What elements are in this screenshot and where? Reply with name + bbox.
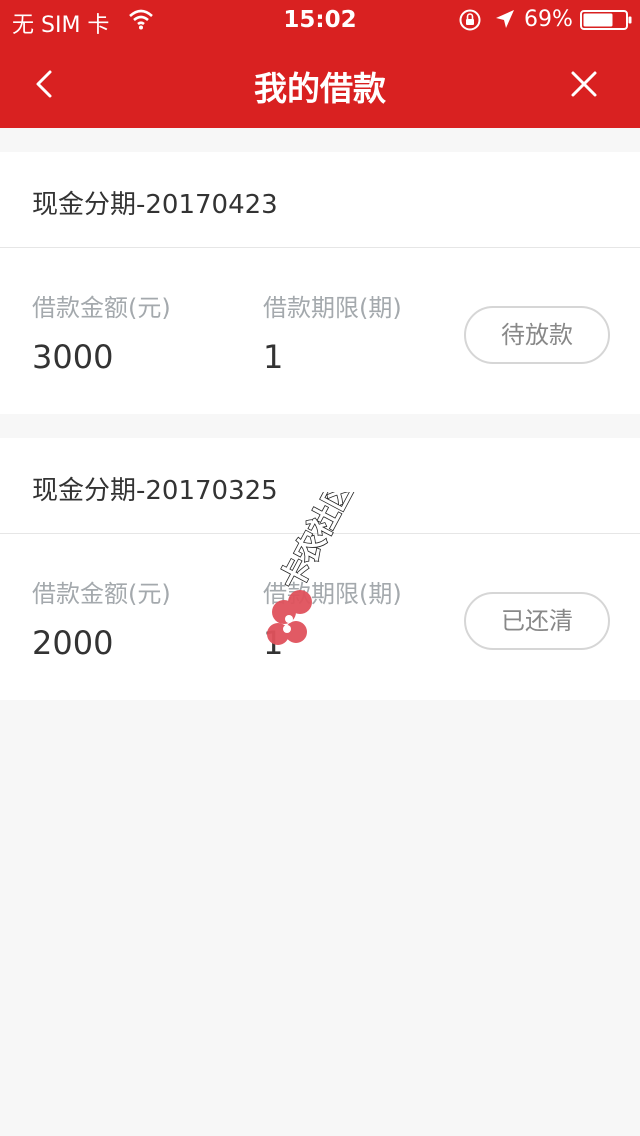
term-label: 借款期限(期)	[263, 580, 402, 608]
amount-label: 借款金额(元)	[32, 294, 171, 322]
loan-card[interactable]: 现金分期-20170325 借款金额(元) 2000 借款期限(期) 1 已还清	[0, 438, 640, 700]
loan-status-button[interactable]: 待放款	[464, 306, 610, 364]
loan-card-header: 现金分期-20170325	[0, 438, 640, 534]
term-label: 借款期限(期)	[263, 294, 402, 322]
amount-value: 2000	[32, 624, 114, 662]
close-icon[interactable]	[564, 64, 604, 104]
header: 无 SIM 卡 15:02 69% 我的借款	[0, 0, 640, 128]
status-bar: 无 SIM 卡 15:02 69%	[0, 0, 640, 40]
rotation-lock-icon	[459, 9, 481, 31]
page-title: 我的借款	[254, 69, 386, 108]
amount-label: 借款金额(元)	[32, 580, 171, 608]
location-arrow-icon	[496, 10, 514, 28]
term-value: 1	[263, 338, 284, 376]
loan-card-header: 现金分期-20170423	[0, 152, 640, 248]
amount-value: 3000	[32, 338, 114, 376]
loan-name: 现金分期-20170325	[32, 476, 278, 506]
loan-status-button[interactable]: 已还清	[464, 592, 610, 650]
loan-card[interactable]: 现金分期-20170423 借款金额(元) 3000 借款期限(期) 1 待放款	[0, 152, 640, 414]
loan-name: 现金分期-20170423	[32, 190, 278, 220]
term-value: 1	[263, 624, 284, 662]
battery-percent: 69%	[524, 7, 573, 32]
nav-bar: 我的借款	[0, 40, 640, 128]
battery-icon	[580, 10, 632, 30]
